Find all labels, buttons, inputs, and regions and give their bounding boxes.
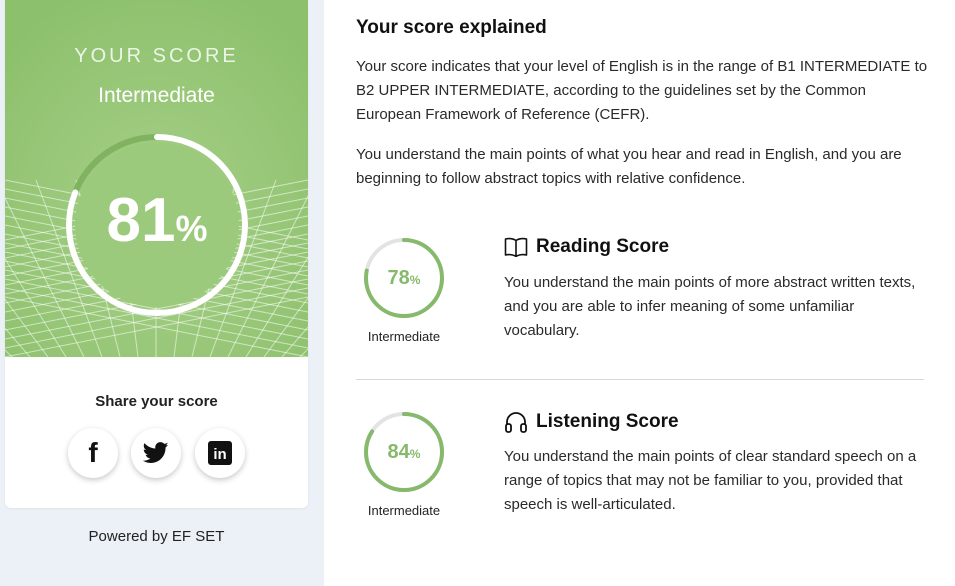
score-explanation-panel: Your score explained Your score indicate… [324, 0, 955, 586]
score-hero: YOUR SCORE Intermediate 81% [5, 0, 308, 357]
section-divider [356, 379, 924, 380]
twitter-icon [143, 442, 169, 463]
linkedin-glyph: in [213, 446, 226, 463]
book-icon [504, 237, 528, 257]
reading-level: Intermediate [367, 329, 441, 344]
facebook-glyph: f [88, 440, 98, 466]
headphones-icon [505, 412, 527, 433]
share-facebook-button[interactable]: f [68, 428, 118, 478]
reading-header: Reading Score [504, 236, 669, 258]
overall-score-value: 81% [65, 183, 249, 267]
share-linkedin-button[interactable]: in [195, 428, 245, 478]
explanation-paragraph-1: Your score indicates that your level of … [356, 58, 928, 123]
share-score-title: Share your score [95, 393, 218, 410]
explanation-title: Your score explained [356, 17, 547, 38]
overall-score-percent: % [175, 208, 208, 249]
facebook-icon: f [88, 440, 98, 466]
linkedin-icon: in [208, 441, 232, 465]
listening-header: Listening Score [504, 410, 679, 434]
listening-description: You understand the main points of clear … [504, 448, 917, 513]
share-twitter-button[interactable] [131, 428, 181, 478]
reading-score-value: 78% [362, 266, 446, 292]
overall-score-number: 81 [106, 186, 176, 255]
reading-score-percent: % [409, 273, 421, 287]
reading-description: You understand the main points of more a… [504, 274, 916, 339]
listening-score-number: 84 [387, 441, 410, 463]
overall-level: Intermediate [98, 84, 215, 107]
listening-score-percent: % [409, 447, 421, 461]
listening-title: Listening Score [536, 411, 679, 432]
listening-score-value: 84% [362, 440, 446, 466]
your-score-label: YOUR SCORE [74, 45, 239, 67]
powered-by-label: Powered by EF SET [88, 528, 225, 545]
explanation-paragraph-2: You understand the main points of what y… [356, 146, 902, 187]
reading-title: Reading Score [536, 236, 670, 257]
score-card: YOUR SCORE Intermediate 81% Share your s… [5, 0, 308, 508]
listening-level: Intermediate [367, 503, 441, 518]
reading-score-number: 78 [387, 267, 410, 289]
